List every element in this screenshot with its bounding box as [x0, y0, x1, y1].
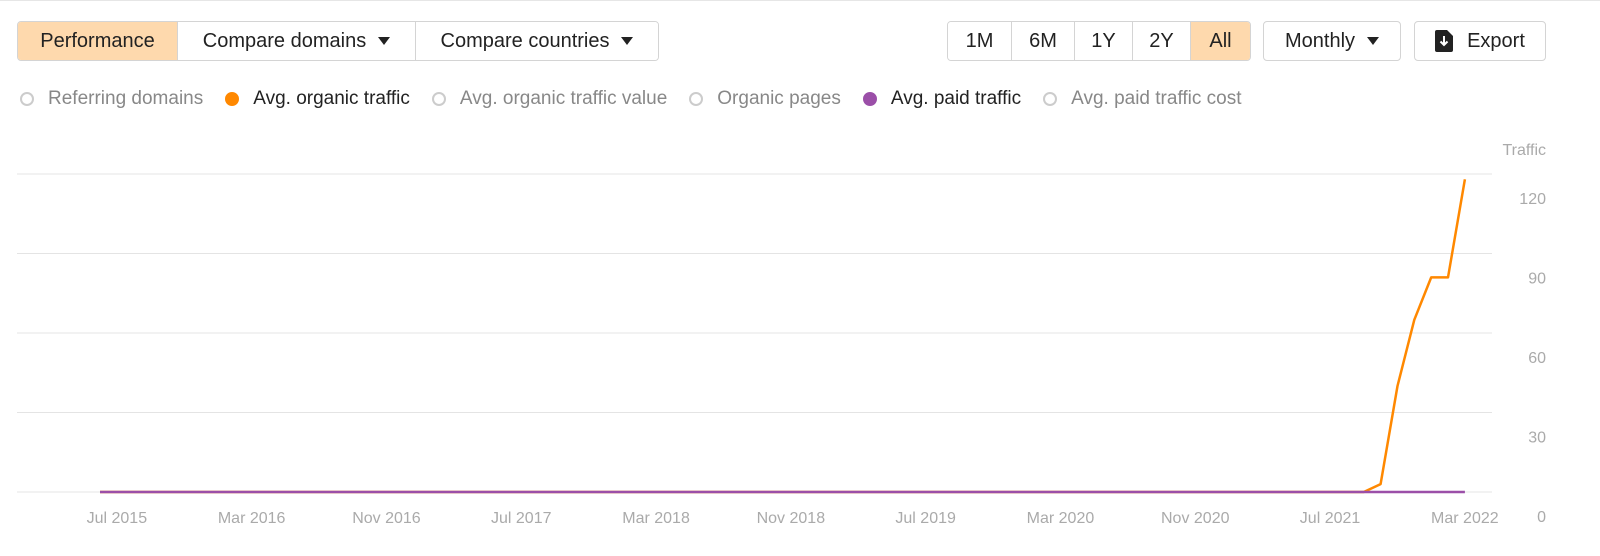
x-tick-label: Mar 2016: [218, 510, 286, 527]
y-tick-label: 90: [1528, 271, 1546, 288]
x-tick-label: Mar 2018: [622, 510, 690, 527]
x-tick-label: Jul 2021: [1300, 510, 1361, 527]
x-tick-label: Mar 2022: [1431, 510, 1499, 527]
x-tick-label: Jul 2019: [895, 510, 956, 527]
x-tick-label: Nov 2020: [1161, 510, 1230, 527]
x-tick-label: Jul 2015: [87, 510, 148, 527]
y-tick-label: 60: [1528, 350, 1546, 367]
x-tick-label: Mar 2020: [1027, 510, 1095, 527]
y-tick-label: 0: [1537, 509, 1546, 526]
x-tick-label: Nov 2018: [757, 510, 826, 527]
y-axis-title: Traffic: [1502, 142, 1546, 159]
y-tick-label: 120: [1519, 191, 1546, 208]
x-tick-label: Jul 2017: [491, 510, 552, 527]
x-tick-label: Nov 2016: [352, 510, 421, 527]
series-line-avg-organic-traffic: [100, 179, 1467, 494]
y-tick-label: 30: [1528, 430, 1546, 447]
traffic-chart: Traffic 0 30 60 90 120 Jul 2015 Mar 2016 Nov 2…: [17, 142, 1546, 527]
